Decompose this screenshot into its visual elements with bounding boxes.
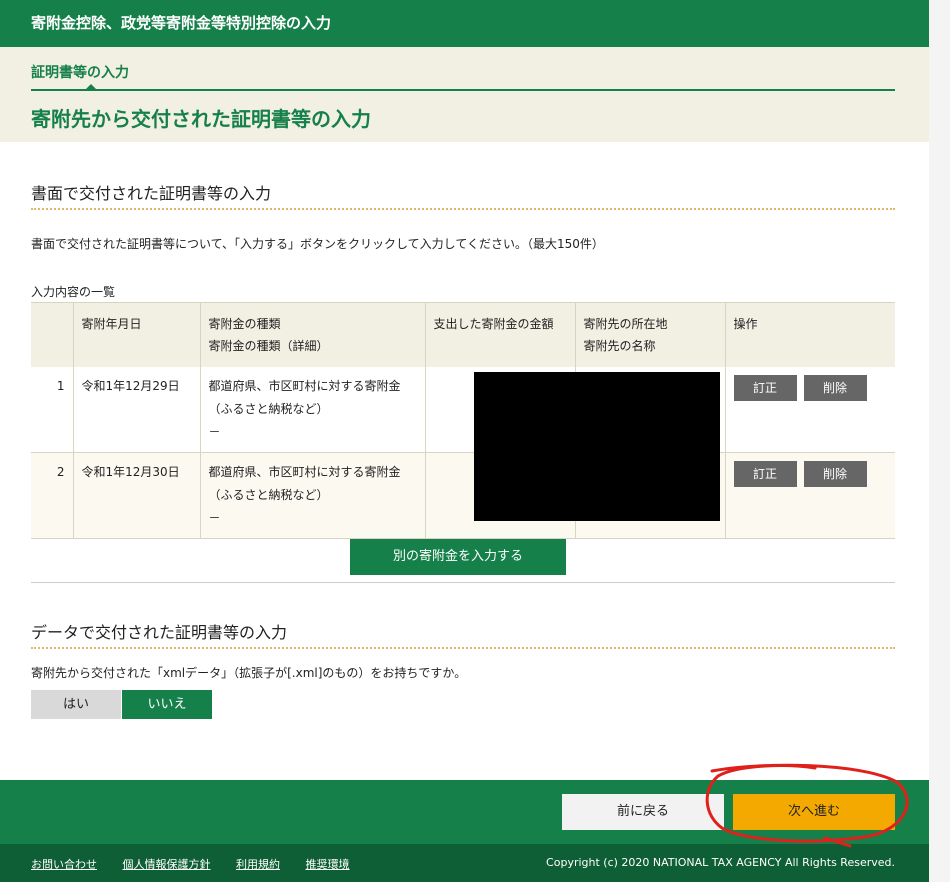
col-date: 寄附年月日 xyxy=(73,302,201,367)
edit-button[interactable]: 訂正 xyxy=(733,375,797,401)
col-num xyxy=(31,302,74,367)
col-operation: 操作 xyxy=(725,302,895,367)
add-donation-button[interactable]: 別の寄附金を入力する xyxy=(350,539,566,575)
paper-description: 書面で交付された証明書等について、「入力する」ボタンをクリックして入力してくださ… xyxy=(31,237,604,251)
row-operations: 訂正 削除 xyxy=(725,452,895,539)
row-type: 都道府県、市区町村に対する寄附金 （ふるさと納税など）－ xyxy=(200,452,426,539)
data-section-title: データで交付された証明書等の入力 xyxy=(31,623,288,642)
environment-link[interactable]: 推奨環境 xyxy=(306,858,350,871)
footer-nav: 前に戻る 次へ進む xyxy=(0,780,929,844)
step-label: 証明書等の入力 xyxy=(31,65,129,81)
section-separator xyxy=(31,582,895,583)
footer-links: お問い合わせ 個人情報保護方針 利用規約 推奨環境 xyxy=(31,856,372,872)
paper-section-divider xyxy=(31,208,895,210)
bottom-bar: お問い合わせ 個人情報保護方針 利用規約 推奨環境 Copyright (c) … xyxy=(0,844,929,882)
delete-button[interactable]: 削除 xyxy=(803,461,867,487)
privacy-link[interactable]: 個人情報保護方針 xyxy=(123,858,211,871)
row-type: 都道府県、市区町村に対する寄附金 （ふるさと納税など）－ xyxy=(200,367,426,453)
donation-table: 寄附年月日 寄附金の種類 寄附金の種類（詳細） 支出した寄附金の金額 寄附先の所在… xyxy=(31,302,895,539)
col-amount: 支出した寄附金の金額 xyxy=(425,302,576,367)
terms-link[interactable]: 利用規約 xyxy=(236,858,280,871)
redacted-area xyxy=(474,372,720,521)
row-date: 令和1年12月29日 xyxy=(73,367,201,453)
page-title: 寄附先から交付された証明書等の入力 xyxy=(31,107,371,131)
delete-button[interactable]: 削除 xyxy=(803,375,867,401)
paper-section-title: 書面で交付された証明書等の入力 xyxy=(31,184,272,203)
table-header-row: 寄附年月日 寄附金の種類 寄附金の種類（詳細） 支出した寄附金の金額 寄附先の所在… xyxy=(31,302,895,367)
back-button[interactable]: 前に戻る xyxy=(562,794,724,830)
xml-question: 寄附先から交付された「xmlデータ」（拡張子が[.xml]のもの）をお持ちですか… xyxy=(31,666,467,680)
contact-link[interactable]: お問い合わせ xyxy=(31,858,97,871)
xml-yes-option[interactable]: はい xyxy=(31,690,121,719)
col-location: 寄附先の所在地 寄附先の名称 xyxy=(575,302,726,367)
app-title-bar: 寄附金控除、政党等寄附金等特別控除の入力 xyxy=(0,0,929,47)
step-divider xyxy=(31,89,895,91)
scrollbar[interactable] xyxy=(929,0,950,882)
copyright: Copyright (c) 2020 NATIONAL TAX AGENCY A… xyxy=(546,856,895,869)
data-section-divider xyxy=(31,647,895,649)
row-number: 1 xyxy=(31,367,74,453)
col-type: 寄附金の種類 寄附金の種類（詳細） xyxy=(200,302,426,367)
table-row: 1 令和1年12月29日 都道府県、市区町村に対する寄附金 （ふるさと納税など）－… xyxy=(31,367,895,453)
list-caption: 入力内容の一覧 xyxy=(31,285,116,299)
page-header: 証明書等の入力 寄附先から交付された証明書等の入力 xyxy=(0,47,929,142)
edit-button[interactable]: 訂正 xyxy=(733,461,797,487)
row-operations: 訂正 削除 xyxy=(725,367,895,453)
app-title: 寄附金控除、政党等寄附金等特別控除の入力 xyxy=(31,14,332,32)
row-date: 令和1年12月30日 xyxy=(73,452,201,539)
row-number: 2 xyxy=(31,452,74,539)
next-button[interactable]: 次へ進む xyxy=(733,794,895,830)
xml-no-option[interactable]: いいえ xyxy=(122,690,212,719)
table-row: 2 令和1年12月30日 都道府県、市区町村に対する寄附金 （ふるさと納税など）－… xyxy=(31,452,895,539)
